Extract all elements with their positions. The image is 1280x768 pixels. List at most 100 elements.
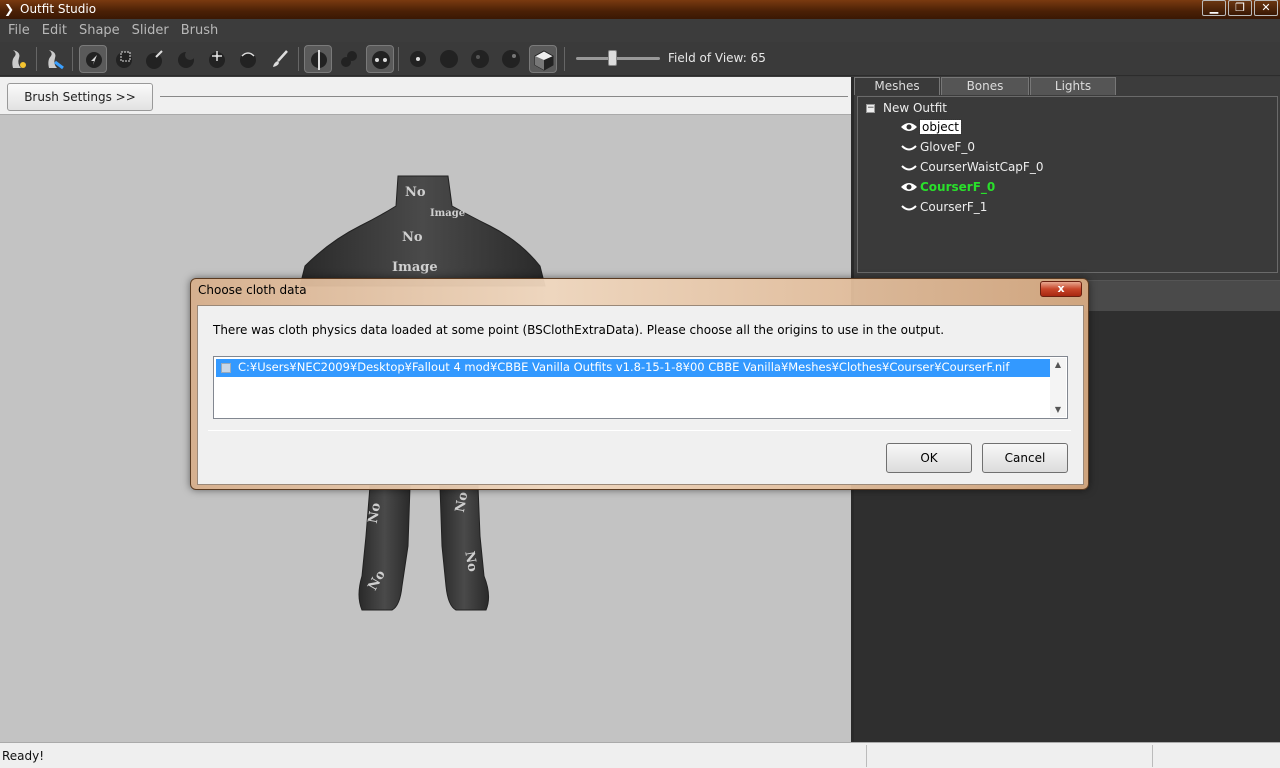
tree-item-label: CourserWaistCapF_0 — [920, 160, 1044, 174]
toolbar-separator — [72, 47, 73, 71]
paintbrush-icon — [273, 50, 288, 67]
eye-hidden-icon[interactable] — [900, 141, 918, 153]
eye-visible-icon[interactable] — [900, 181, 918, 193]
svg-text:No: No — [405, 185, 426, 200]
toolbar-separator — [564, 47, 565, 71]
fov-slider-thumb[interactable] — [608, 50, 617, 66]
tree-item-glovef0[interactable]: GloveF_0 — [900, 138, 975, 156]
connected-tool[interactable] — [366, 45, 394, 73]
status-separator — [866, 745, 867, 767]
title-bar: ❯ Outfit Studio ▁ ❐ ✕ — [0, 0, 1280, 19]
tree-root-label: New Outfit — [883, 101, 948, 115]
window-title: Outfit Studio — [20, 2, 97, 16]
xray-icon — [341, 51, 357, 67]
inflate-brush-icon — [146, 50, 163, 69]
points-view-button[interactable] — [404, 45, 432, 73]
connected-icon — [372, 51, 390, 69]
load-outfit-icon — [48, 50, 64, 70]
status-bar: Ready! — [0, 742, 1280, 768]
window-controls: ▁ ❐ ✕ — [1202, 0, 1278, 18]
load-outfit-button[interactable] — [40, 45, 68, 73]
dialog-close-button[interactable]: x — [1040, 281, 1082, 297]
eye-hidden-icon[interactable] — [900, 201, 918, 213]
app-icon: ❯ — [4, 2, 15, 16]
mask-brush-icon — [116, 51, 132, 68]
dialog-message: There was cloth physics data loaded at s… — [213, 323, 945, 337]
maximize-button[interactable]: ❐ — [1228, 0, 1252, 16]
list-scrollbar[interactable]: ▲ ▼ — [1050, 358, 1066, 417]
minimize-button[interactable]: ▁ — [1202, 0, 1226, 16]
tree-item-courserf1[interactable]: CourserF_1 — [900, 198, 987, 216]
close-button[interactable]: ✕ — [1254, 0, 1278, 16]
weight-paint-tool[interactable] — [266, 45, 294, 73]
status-text: Ready! — [2, 749, 45, 763]
tree-item-label: object — [919, 119, 962, 135]
menu-edit[interactable]: Edit — [36, 23, 73, 38]
tree-item-courserf0[interactable]: CourserF_0 — [900, 178, 995, 196]
tree-item-courserwaistcapf0[interactable]: CourserWaistCapF_0 — [900, 158, 1043, 176]
cursor-icon — [86, 52, 102, 68]
texture-view-button[interactable] — [497, 45, 525, 73]
lighting-view-icon — [471, 50, 489, 68]
menu-bar: File Edit Shape Slider Brush — [0, 19, 1280, 42]
tab-bones[interactable]: Bones — [941, 77, 1029, 95]
project-tabs: Meshes Bones Lights — [854, 77, 1117, 95]
tab-lights[interactable]: Lights — [1030, 77, 1116, 95]
smooth-tool[interactable] — [234, 45, 262, 73]
menu-file[interactable]: File — [2, 23, 36, 38]
menu-shape[interactable]: Shape — [73, 23, 126, 38]
mirror-icon — [311, 50, 327, 70]
item-checkbox[interactable] — [221, 363, 231, 373]
tab-meshes[interactable]: Meshes — [854, 77, 940, 95]
scroll-up-icon[interactable]: ▲ — [1050, 358, 1066, 372]
scroll-down-icon[interactable]: ▼ — [1050, 403, 1066, 417]
lighting-view-button[interactable] — [466, 45, 494, 73]
tree-item-label: CourserF_1 — [920, 200, 988, 214]
tree-root[interactable]: − New Outfit — [866, 100, 947, 116]
mesh-tree: − New Outfit object GloveF_0 CourserWais… — [857, 96, 1278, 273]
new-project-button[interactable] — [4, 45, 32, 73]
eye-hidden-icon[interactable] — [900, 161, 918, 173]
dialog-title: Choose cloth data — [198, 283, 307, 297]
status-separator — [1152, 745, 1153, 767]
deflate-tool[interactable] — [172, 45, 200, 73]
mirror-tool[interactable] — [304, 45, 332, 73]
brush-settings-button[interactable]: Brush Settings >> — [7, 83, 153, 111]
svg-text:Image: Image — [430, 208, 465, 219]
tree-item-label: CourserF_0 — [920, 180, 996, 194]
deflate-brush-icon — [178, 50, 195, 68]
menu-slider[interactable]: Slider — [126, 23, 175, 38]
inflate-tool[interactable] — [141, 45, 169, 73]
points-view-icon — [410, 51, 426, 67]
move-tool[interactable] — [203, 45, 231, 73]
list-item-path: C:¥Users¥NEC2009¥Desktop¥Fallout 4 mod¥C… — [238, 360, 1010, 374]
toolbar-separator — [298, 47, 299, 71]
cloth-origin-list[interactable]: C:¥Users¥NEC2009¥Desktop¥Fallout 4 mod¥C… — [213, 356, 1068, 419]
fov-label: Field of View: 65 — [668, 51, 766, 65]
dialog-separator — [208, 430, 1071, 431]
svg-text:No: No — [402, 230, 423, 245]
cube-view-button[interactable] — [529, 45, 557, 73]
brush-settings-divider — [160, 96, 848, 97]
eye-visible-icon[interactable] — [900, 121, 918, 133]
wireframe-view-icon — [440, 50, 458, 68]
toolbar-separator — [398, 47, 399, 71]
cancel-button[interactable]: Cancel — [982, 443, 1068, 473]
tree-item-object[interactable]: object — [900, 118, 962, 136]
texture-view-icon — [502, 50, 520, 68]
wireframe-view-button[interactable] — [435, 45, 463, 73]
brush-settings-bar: Brush Settings >> — [0, 77, 851, 115]
collapse-icon[interactable]: − — [866, 103, 875, 113]
list-item[interactable]: C:¥Users¥NEC2009¥Desktop¥Fallout 4 mod¥C… — [216, 359, 1050, 377]
new-project-icon — [12, 50, 26, 68]
ok-button[interactable]: OK — [886, 443, 972, 473]
tree-item-label: GloveF_0 — [920, 140, 975, 154]
select-tool[interactable] — [79, 45, 107, 73]
menu-brush[interactable]: Brush — [175, 23, 225, 38]
xray-tool[interactable] — [335, 45, 363, 73]
svg-text:Image: Image — [392, 260, 438, 275]
dialog-body: There was cloth physics data loaded at s… — [197, 305, 1084, 485]
mask-tool[interactable] — [110, 45, 138, 73]
fov-slider-track[interactable] — [576, 57, 660, 60]
smooth-brush-icon — [240, 52, 256, 68]
